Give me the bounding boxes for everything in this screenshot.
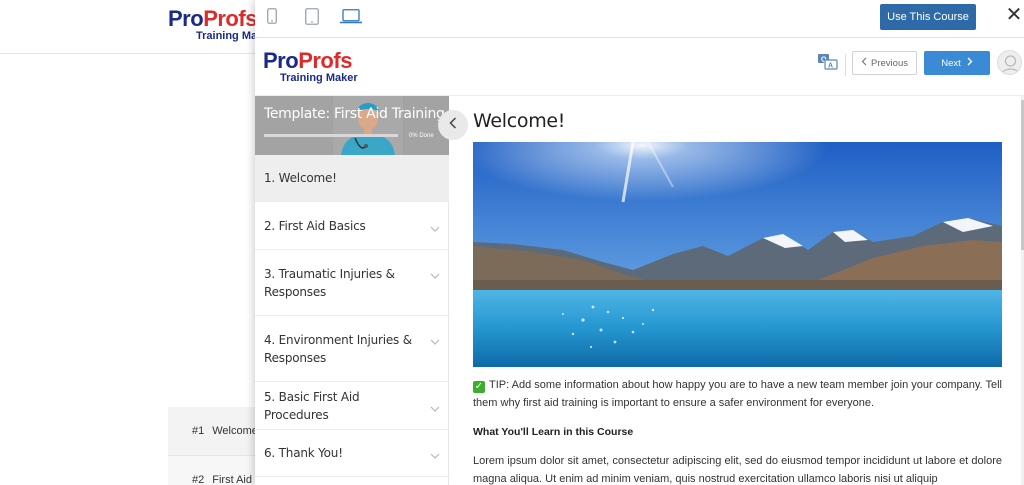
learn-heading: What You'll Learn in this Course <box>473 426 634 438</box>
qa-chat-icon[interactable]: Q A <box>817 53 839 78</box>
sidebar-item-label: 2. First Aid Basics <box>264 218 366 233</box>
svg-text:A: A <box>828 63 833 70</box>
background-lesson-list: #1 Welcome #2 First Aid <box>168 407 268 485</box>
preview-toolbar: Use This Course ✕ <box>255 0 1024 38</box>
lesson-title: Welcome! <box>473 110 566 132</box>
progress-label: 0% Done <box>409 133 434 139</box>
sidebar-item-label: 6. Thank You! <box>264 446 343 460</box>
tip-text: TIP: Add some information about how happ… <box>473 379 1002 409</box>
course-header: ProProfs Training Maker Q A Previous Nex… <box>255 38 1024 96</box>
close-icon[interactable]: ✕ <box>1005 4 1023 26</box>
next-button[interactable]: Next <box>924 51 990 75</box>
logo-subtitle: Training Maker <box>280 72 358 84</box>
sidebar-item-thank-you[interactable]: 6. Thank You! <box>255 430 449 477</box>
background-list-label: Welcome <box>212 425 258 437</box>
header-divider <box>845 54 846 76</box>
user-avatar[interactable] <box>997 50 1022 75</box>
course-title: Template: First Aid Training <box>264 106 445 122</box>
sidebar-item-label: 1. Welcome! <box>264 171 337 185</box>
background-list-number: #1 <box>192 425 205 437</box>
tablet-icon[interactable] <box>305 8 319 25</box>
progress-bar <box>264 134 398 137</box>
collapse-sidebar-button[interactable] <box>438 110 468 140</box>
background-list-item[interactable]: #2 First Aid <box>168 455 268 485</box>
chevron-down-icon[interactable] <box>430 448 440 466</box>
background-list-number: #2 <box>192 473 205 485</box>
laptop-icon[interactable] <box>340 9 362 24</box>
sidebar-item-label: 3. Traumatic Injuries & Responses <box>264 266 395 299</box>
background-list-label: First Aid <box>212 473 252 485</box>
sidebar-item-traumatic-injuries[interactable]: 3. Traumatic Injuries & Responses <box>255 250 449 316</box>
logo-text-profs: Profs <box>298 48 352 73</box>
sidebar-item-basic-procedures[interactable]: 5. Basic First Aid Procedures <box>255 382 449 430</box>
logo-text-pro: Pro <box>168 6 204 31</box>
use-this-course-button[interactable]: Use This Course <box>880 4 976 30</box>
sidebar-item-label: 5. Basic First Aid Procedures <box>264 389 360 422</box>
logo-text-pro: Pro <box>263 48 299 73</box>
check-icon: ✓ <box>473 381 485 393</box>
mobile-icon[interactable] <box>267 8 277 24</box>
course-sidebar: Template: First Aid Training 0% Done 1. … <box>255 96 449 485</box>
mountain-lake-image <box>473 142 1002 367</box>
previous-label: Previous <box>871 57 908 69</box>
next-label: Next <box>941 57 961 69</box>
chevron-down-icon[interactable] <box>430 334 440 352</box>
logo-text-profs: Profs <box>203 6 257 31</box>
course-banner: Template: First Aid Training 0% Done <box>255 96 449 155</box>
tip-paragraph: ✓ TIP: Add some information about how hap… <box>473 376 1002 412</box>
previous-button[interactable]: Previous <box>852 51 917 75</box>
sidebar-item-label: 4. Environment Injuries & Responses <box>264 332 412 365</box>
chevron-down-icon[interactable] <box>430 401 440 419</box>
background-list-item[interactable]: #1 Welcome <box>168 407 268 455</box>
sidebar-item-first-aid-basics[interactable]: 2. First Aid Basics <box>255 202 449 250</box>
chevron-left-icon <box>449 116 457 134</box>
course-logo: ProProfs Training Maker <box>263 48 358 85</box>
course-preview-modal: Use This Course ✕ ProProfs Training Make… <box>255 0 1024 485</box>
chevron-down-icon[interactable] <box>430 268 440 286</box>
sidebar-item-welcome[interactable]: 1. Welcome! <box>255 155 449 202</box>
chevron-right-icon <box>967 57 973 69</box>
chevron-left-icon <box>861 57 867 69</box>
nurse-banner-image <box>333 96 403 155</box>
sidebar-item-environment-injuries[interactable]: 4. Environment Injuries & Responses <box>255 316 449 382</box>
lesson-content: Welcome! ✓ TIP: Add some information abo… <box>473 96 1024 485</box>
chevron-down-icon[interactable] <box>430 221 440 239</box>
screen: ProProfs Training Maker #1 Welcome #2 Fi… <box>0 0 1024 485</box>
lorem-paragraph: Lorem ipsum dolor sit amet, consectetur … <box>473 455 1002 485</box>
